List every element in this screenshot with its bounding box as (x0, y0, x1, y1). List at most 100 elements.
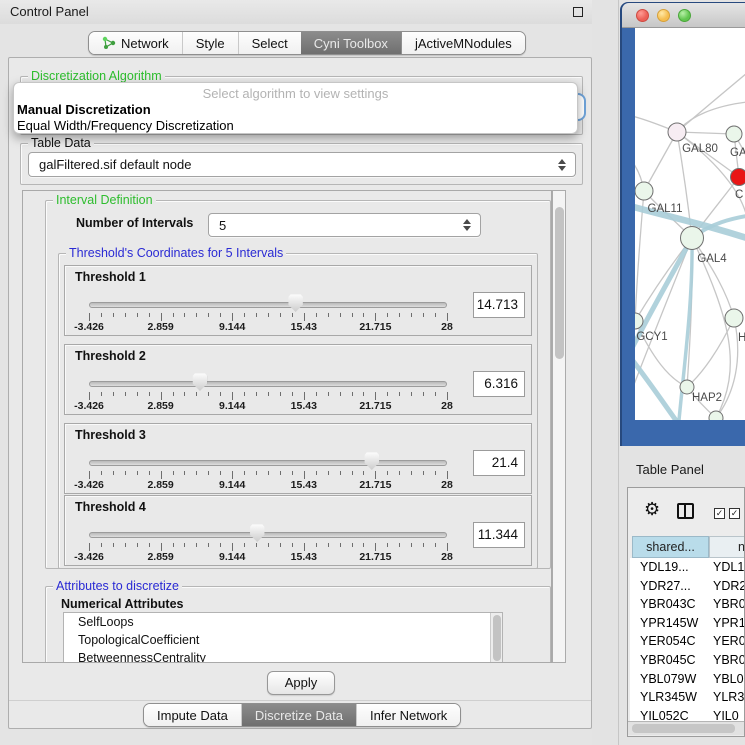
table-panel-title: Table Panel (636, 462, 704, 477)
algorithm-option[interactable]: Equal Width/Frequency Discretization (16, 118, 575, 133)
tick-mark (244, 392, 245, 396)
float-window-icon[interactable] (573, 7, 583, 17)
tab-jactivemnodules[interactable]: jActiveMNodules (401, 32, 525, 54)
network-node-gal80[interactable] (668, 123, 686, 141)
stepper-icon[interactable] (462, 219, 471, 231)
tick-mark (292, 543, 293, 547)
column-header-shared-name[interactable]: shared... (632, 536, 709, 558)
tab-select[interactable]: Select (238, 32, 301, 54)
scrollbar-thumb[interactable] (493, 615, 501, 661)
table-row[interactable]: YDL19...YDL1 (630, 558, 744, 577)
tick-mark (256, 392, 257, 396)
horizontal-scrollbar[interactable] (628, 721, 744, 735)
table-row[interactable]: YBL079WYBL0 (630, 670, 744, 689)
tick-mark (101, 543, 102, 547)
stepper-icon[interactable] (557, 159, 566, 171)
table-data-combobox[interactable]: galFiltered.sif default node (28, 152, 576, 177)
network-canvas[interactable]: GAL80GACGAL11GAL4GCY1HHAP2 (635, 28, 745, 420)
tick-mark (161, 543, 162, 551)
table-row[interactable]: YDR27...YDR2 (630, 577, 744, 596)
tab-cyni-toolbox[interactable]: Cyni Toolbox (301, 32, 401, 54)
network-node-gal4[interactable] (681, 227, 704, 250)
list-scrollbar[interactable] (490, 613, 502, 663)
slider-thumb[interactable] (288, 294, 303, 312)
tick-label: 21.715 (359, 479, 391, 491)
slider-track[interactable] (89, 381, 447, 387)
slider-track[interactable] (89, 302, 447, 308)
tick-mark (113, 313, 114, 317)
threshold-panel: Threshold 2-3.4262.8599.14415.4321.71528… (64, 344, 532, 415)
tab-network[interactable]: Network (89, 32, 182, 54)
table-row[interactable]: YIL052C YIL0 (630, 707, 744, 721)
tick-mark (435, 392, 436, 396)
cell-name: YBR0 (713, 595, 744, 614)
tab-label: Infer Network (370, 708, 447, 723)
tick-mark (184, 313, 185, 317)
scrollbar-thumb[interactable] (632, 724, 735, 733)
cell-name: YIL0 (713, 707, 739, 721)
gear-icon[interactable]: ⚙ (644, 500, 660, 518)
tab-impute-data[interactable]: Impute Data (144, 704, 241, 726)
minimize-traffic-light-icon[interactable] (657, 9, 670, 22)
threshold-value-field[interactable]: 14.713 (473, 292, 525, 318)
tick-mark (137, 471, 138, 475)
numerical-attributes-list[interactable]: SelfLoopsTopologicalCoefficientBetweenne… (63, 612, 503, 663)
vertical-scrollbar[interactable] (552, 190, 566, 663)
slider-track[interactable] (89, 532, 447, 538)
slider-track[interactable] (89, 460, 447, 466)
tick-mark (352, 471, 353, 475)
number-of-intervals-combobox[interactable]: 5 (208, 213, 481, 237)
table-row[interactable]: YLR345WYLR3 (630, 688, 744, 707)
close-traffic-light-icon[interactable] (636, 9, 649, 22)
network-node-gal11[interactable] (635, 182, 653, 200)
cell-shared-name: YIL052C (640, 707, 689, 721)
zoom-traffic-light-icon[interactable] (678, 9, 691, 22)
tick-mark (149, 471, 150, 475)
network-window-titlebar[interactable] (622, 3, 745, 28)
threshold-panel: Threshold 3-3.4262.8599.14415.4321.71528… (64, 423, 532, 494)
thresholds-group-title: Threshold's Coordinates for 5 Intervals (66, 247, 286, 260)
threshold-value-field[interactable]: 21.4 (473, 450, 525, 476)
scrollbar-thumb[interactable] (555, 207, 564, 359)
slider-thumb[interactable] (250, 524, 265, 542)
panel-title: Control Panel (10, 4, 89, 19)
attribute-list-item[interactable]: BetweennessCentrality (64, 649, 502, 663)
tick-mark (375, 543, 376, 551)
checkbox-icon[interactable]: ✓ (729, 508, 740, 519)
tick-label: 9.144 (219, 400, 245, 412)
tick-label: 28 (441, 479, 453, 491)
network-node-ga[interactable] (726, 126, 742, 142)
checkbox-icon[interactable]: ✓ (714, 508, 725, 519)
table-row[interactable]: YER054CYER0 (630, 632, 744, 651)
threshold-value-field[interactable]: 6.316 (473, 371, 525, 397)
table-row[interactable]: YPR145WYPR1 (630, 614, 744, 633)
tick-mark (244, 543, 245, 547)
panel-divider (618, 0, 619, 745)
table-row[interactable]: YBR045CYBR0 (630, 651, 744, 670)
tab-infer-network[interactable]: Infer Network (356, 704, 460, 726)
network-node-c[interactable] (731, 169, 745, 186)
slider-thumb[interactable] (192, 373, 207, 391)
tab-label: Network (121, 36, 169, 51)
tab-discretize-data[interactable]: Discretize Data (241, 704, 356, 726)
network-node-h[interactable] (725, 309, 743, 327)
algorithm-option[interactable]: Manual Discretization (16, 102, 575, 117)
split-columns-icon[interactable] (677, 503, 694, 519)
attribute-list-item[interactable]: TopologicalCoefficient (64, 631, 502, 649)
node-label: GA (730, 147, 745, 159)
tick-mark (399, 471, 400, 475)
tick-mark (447, 313, 448, 321)
table-row[interactable]: YBR043CYBR0 (630, 595, 744, 614)
network-node[interactable] (709, 411, 723, 420)
interval-group-title: Interval Definition (53, 194, 156, 207)
column-header-name[interactable]: n (709, 536, 745, 558)
tab-style[interactable]: Style (182, 32, 238, 54)
tick-label: -3.426 (74, 551, 104, 563)
tick-mark (89, 313, 90, 321)
tick-mark (399, 392, 400, 396)
node-label: GAL4 (697, 253, 727, 265)
apply-button[interactable]: Apply (267, 671, 335, 695)
attribute-list-item[interactable]: SelfLoops (64, 613, 502, 631)
threshold-value-field[interactable]: 11.344 (473, 522, 525, 548)
slider-thumb[interactable] (364, 452, 379, 470)
